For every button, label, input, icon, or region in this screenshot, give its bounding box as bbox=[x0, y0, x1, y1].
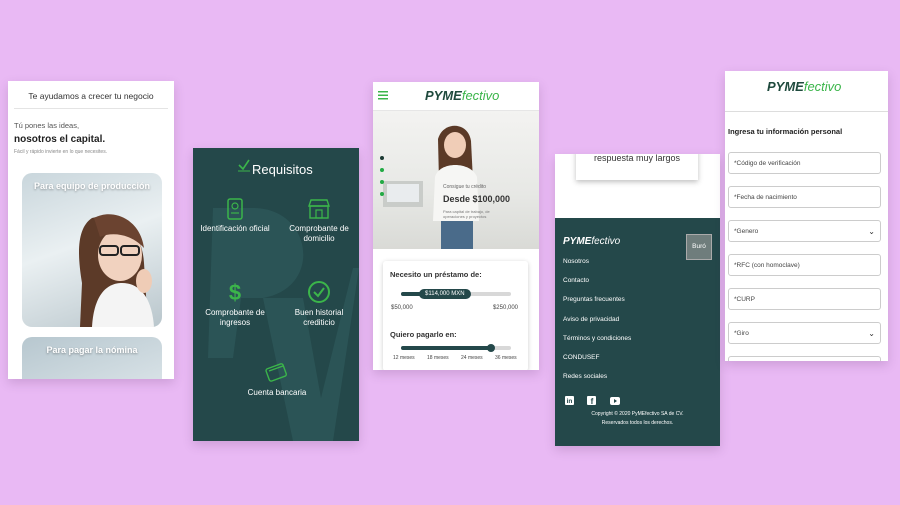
chevron-down-icon: ⌄ bbox=[868, 227, 875, 236]
screen-home-categories: Te ayudamos a crecer tu negocio Tú pones… bbox=[8, 81, 174, 379]
storefront-icon bbox=[308, 199, 330, 219]
brand-logo[interactable]: PYMEfectivo bbox=[425, 88, 499, 103]
dollar-icon: $ bbox=[229, 280, 241, 304]
rfc-field[interactable]: *RFC (con homoclave) bbox=[728, 254, 881, 276]
loan-min-label: $50,000 bbox=[391, 305, 413, 311]
requirement-label: Buen historial crediticio bbox=[294, 308, 344, 327]
screen-personal-info-form: PYMEfectivo Ingresa tu información perso… bbox=[725, 71, 888, 361]
social-links: in f bbox=[565, 392, 629, 410]
requirement-income: $ Comprobante de ingresos bbox=[195, 280, 275, 328]
svg-text:$: $ bbox=[229, 280, 241, 304]
card-title-production: Para equipo de producción bbox=[33, 181, 150, 191]
term-slider[interactable] bbox=[401, 344, 511, 352]
requirements-title: Requisitos bbox=[252, 162, 313, 177]
loan-amount-value: $114,000 MXN bbox=[419, 289, 471, 299]
requirement-label: Identificación oficial bbox=[200, 224, 270, 233]
carousel-dots[interactable] bbox=[380, 156, 384, 204]
footer-link-contacto[interactable]: Contacto bbox=[563, 277, 589, 284]
requirement-address: Comprobante de domicilio bbox=[279, 198, 359, 244]
requirement-id: Identificación oficial bbox=[195, 198, 275, 234]
top-bar: PYMEfectivo bbox=[373, 82, 539, 111]
hero-amount: Desde $100,000 bbox=[443, 194, 511, 204]
birthdate-field[interactable]: *Fecha de nacimiento bbox=[728, 186, 881, 208]
brand-logo[interactable]: PYMEfectivo bbox=[767, 79, 841, 94]
content-area: respuesta muy largos bbox=[555, 154, 720, 218]
checkmark-icon bbox=[238, 159, 250, 172]
footer-link-nosotros[interactable]: Nosotros bbox=[563, 258, 589, 265]
requirement-label: Comprobante de domicilio bbox=[289, 224, 349, 243]
requirement-credit-history: Buen historial crediticio bbox=[279, 280, 359, 328]
id-card-icon bbox=[227, 198, 243, 220]
footer-link-condusef[interactable]: CONDUSEF bbox=[563, 354, 599, 361]
chevron-down-icon: ⌄ bbox=[868, 329, 875, 338]
screen-requirements: Requisitos Identificación oficial Compro… bbox=[193, 148, 359, 441]
svg-text:f: f bbox=[591, 397, 594, 405]
category-card-production[interactable]: Para equipo de producción bbox=[22, 173, 162, 327]
youtube-icon[interactable] bbox=[609, 392, 620, 410]
requirement-label: Cuenta bancaria bbox=[247, 388, 307, 397]
screen-loan-simulator: PYMEfectivo Consigue tu crédito Desde $1… bbox=[373, 82, 539, 370]
hero-banner: Consigue tu crédito Desde $100,000 Para … bbox=[373, 111, 539, 249]
tagline: Te ayudamos a crecer tu negocio bbox=[28, 91, 154, 101]
top-bar: PYMEfectivo bbox=[725, 71, 888, 112]
woman-photo bbox=[79, 214, 154, 327]
footer-social-heading: Redes sociales bbox=[563, 373, 608, 380]
testimonial-card: respuesta muy largos bbox=[576, 154, 698, 180]
loan-amount-question: Necesito un préstamo de: bbox=[390, 270, 482, 279]
gender-select[interactable]: *Genero ⌄ bbox=[728, 220, 881, 242]
footer-link-faq[interactable]: Preguntas frecuentes bbox=[563, 296, 625, 303]
hero-caption: Consigue tu crédito bbox=[443, 184, 487, 190]
intro-text: Tú pones las ideas, bbox=[14, 121, 80, 130]
form-title: Ingresa tu información personal bbox=[728, 127, 843, 136]
hero-photo bbox=[383, 125, 479, 249]
card-title-payroll: Para pagar la nómina bbox=[46, 345, 138, 355]
buro-badge[interactable]: Buró bbox=[686, 234, 712, 260]
term-option[interactable]: 12 meses bbox=[393, 355, 415, 361]
hero-subtext: Para capital de trabajo, de operaciones … bbox=[443, 209, 490, 219]
category-card-payroll[interactable]: Para pagar la nómina bbox=[22, 337, 162, 379]
check-circle-icon bbox=[308, 281, 330, 303]
screen-footer: respuesta muy largos PYMEfectivo Buró No… bbox=[555, 154, 720, 446]
svg-text:in: in bbox=[567, 398, 573, 405]
footer-logo[interactable]: PYMEfectivo bbox=[563, 236, 620, 247]
loan-simulator-panel: Necesito un préstamo de: $114,000 MXN $5… bbox=[383, 261, 528, 370]
testimonial-text: respuesta muy largos bbox=[594, 154, 681, 163]
footer-link-terms[interactable]: Términos y condiciones bbox=[563, 335, 631, 342]
term-option[interactable]: 24 meses bbox=[461, 355, 483, 361]
curp-field[interactable]: *CURP bbox=[728, 288, 881, 310]
hamburger-menu-icon[interactable] bbox=[378, 91, 388, 100]
facebook-icon[interactable]: f bbox=[587, 392, 597, 410]
subtext: Fácil y rápido invierte en lo que necesi… bbox=[14, 149, 108, 155]
linkedin-icon[interactable]: in bbox=[565, 392, 574, 410]
business-type-select[interactable]: *Giro ⌄ bbox=[728, 322, 881, 344]
divider bbox=[14, 108, 168, 109]
copyright-text: Copyright © 2020 PyMEfectivo SA de CV. R… bbox=[591, 411, 684, 426]
verification-code-field[interactable]: *Código de verificación bbox=[728, 152, 881, 174]
requirement-label: Comprobante de ingresos bbox=[205, 308, 265, 327]
footer-link-privacy[interactable]: Aviso de privacidad bbox=[563, 316, 619, 323]
loan-max-label: $250,000 bbox=[492, 305, 518, 311]
term-slider-thumb[interactable] bbox=[487, 344, 496, 352]
term-option[interactable]: 18 meses bbox=[427, 355, 449, 361]
requirement-bank-account: Cuenta bancaria bbox=[237, 362, 317, 398]
bank-card-icon bbox=[265, 363, 287, 382]
next-field[interactable] bbox=[728, 356, 881, 361]
capital-headline: nosotros el capital. bbox=[14, 134, 106, 145]
term-option[interactable]: 36 meses bbox=[495, 355, 517, 361]
term-question: Quiero pagarlo en: bbox=[390, 330, 457, 339]
